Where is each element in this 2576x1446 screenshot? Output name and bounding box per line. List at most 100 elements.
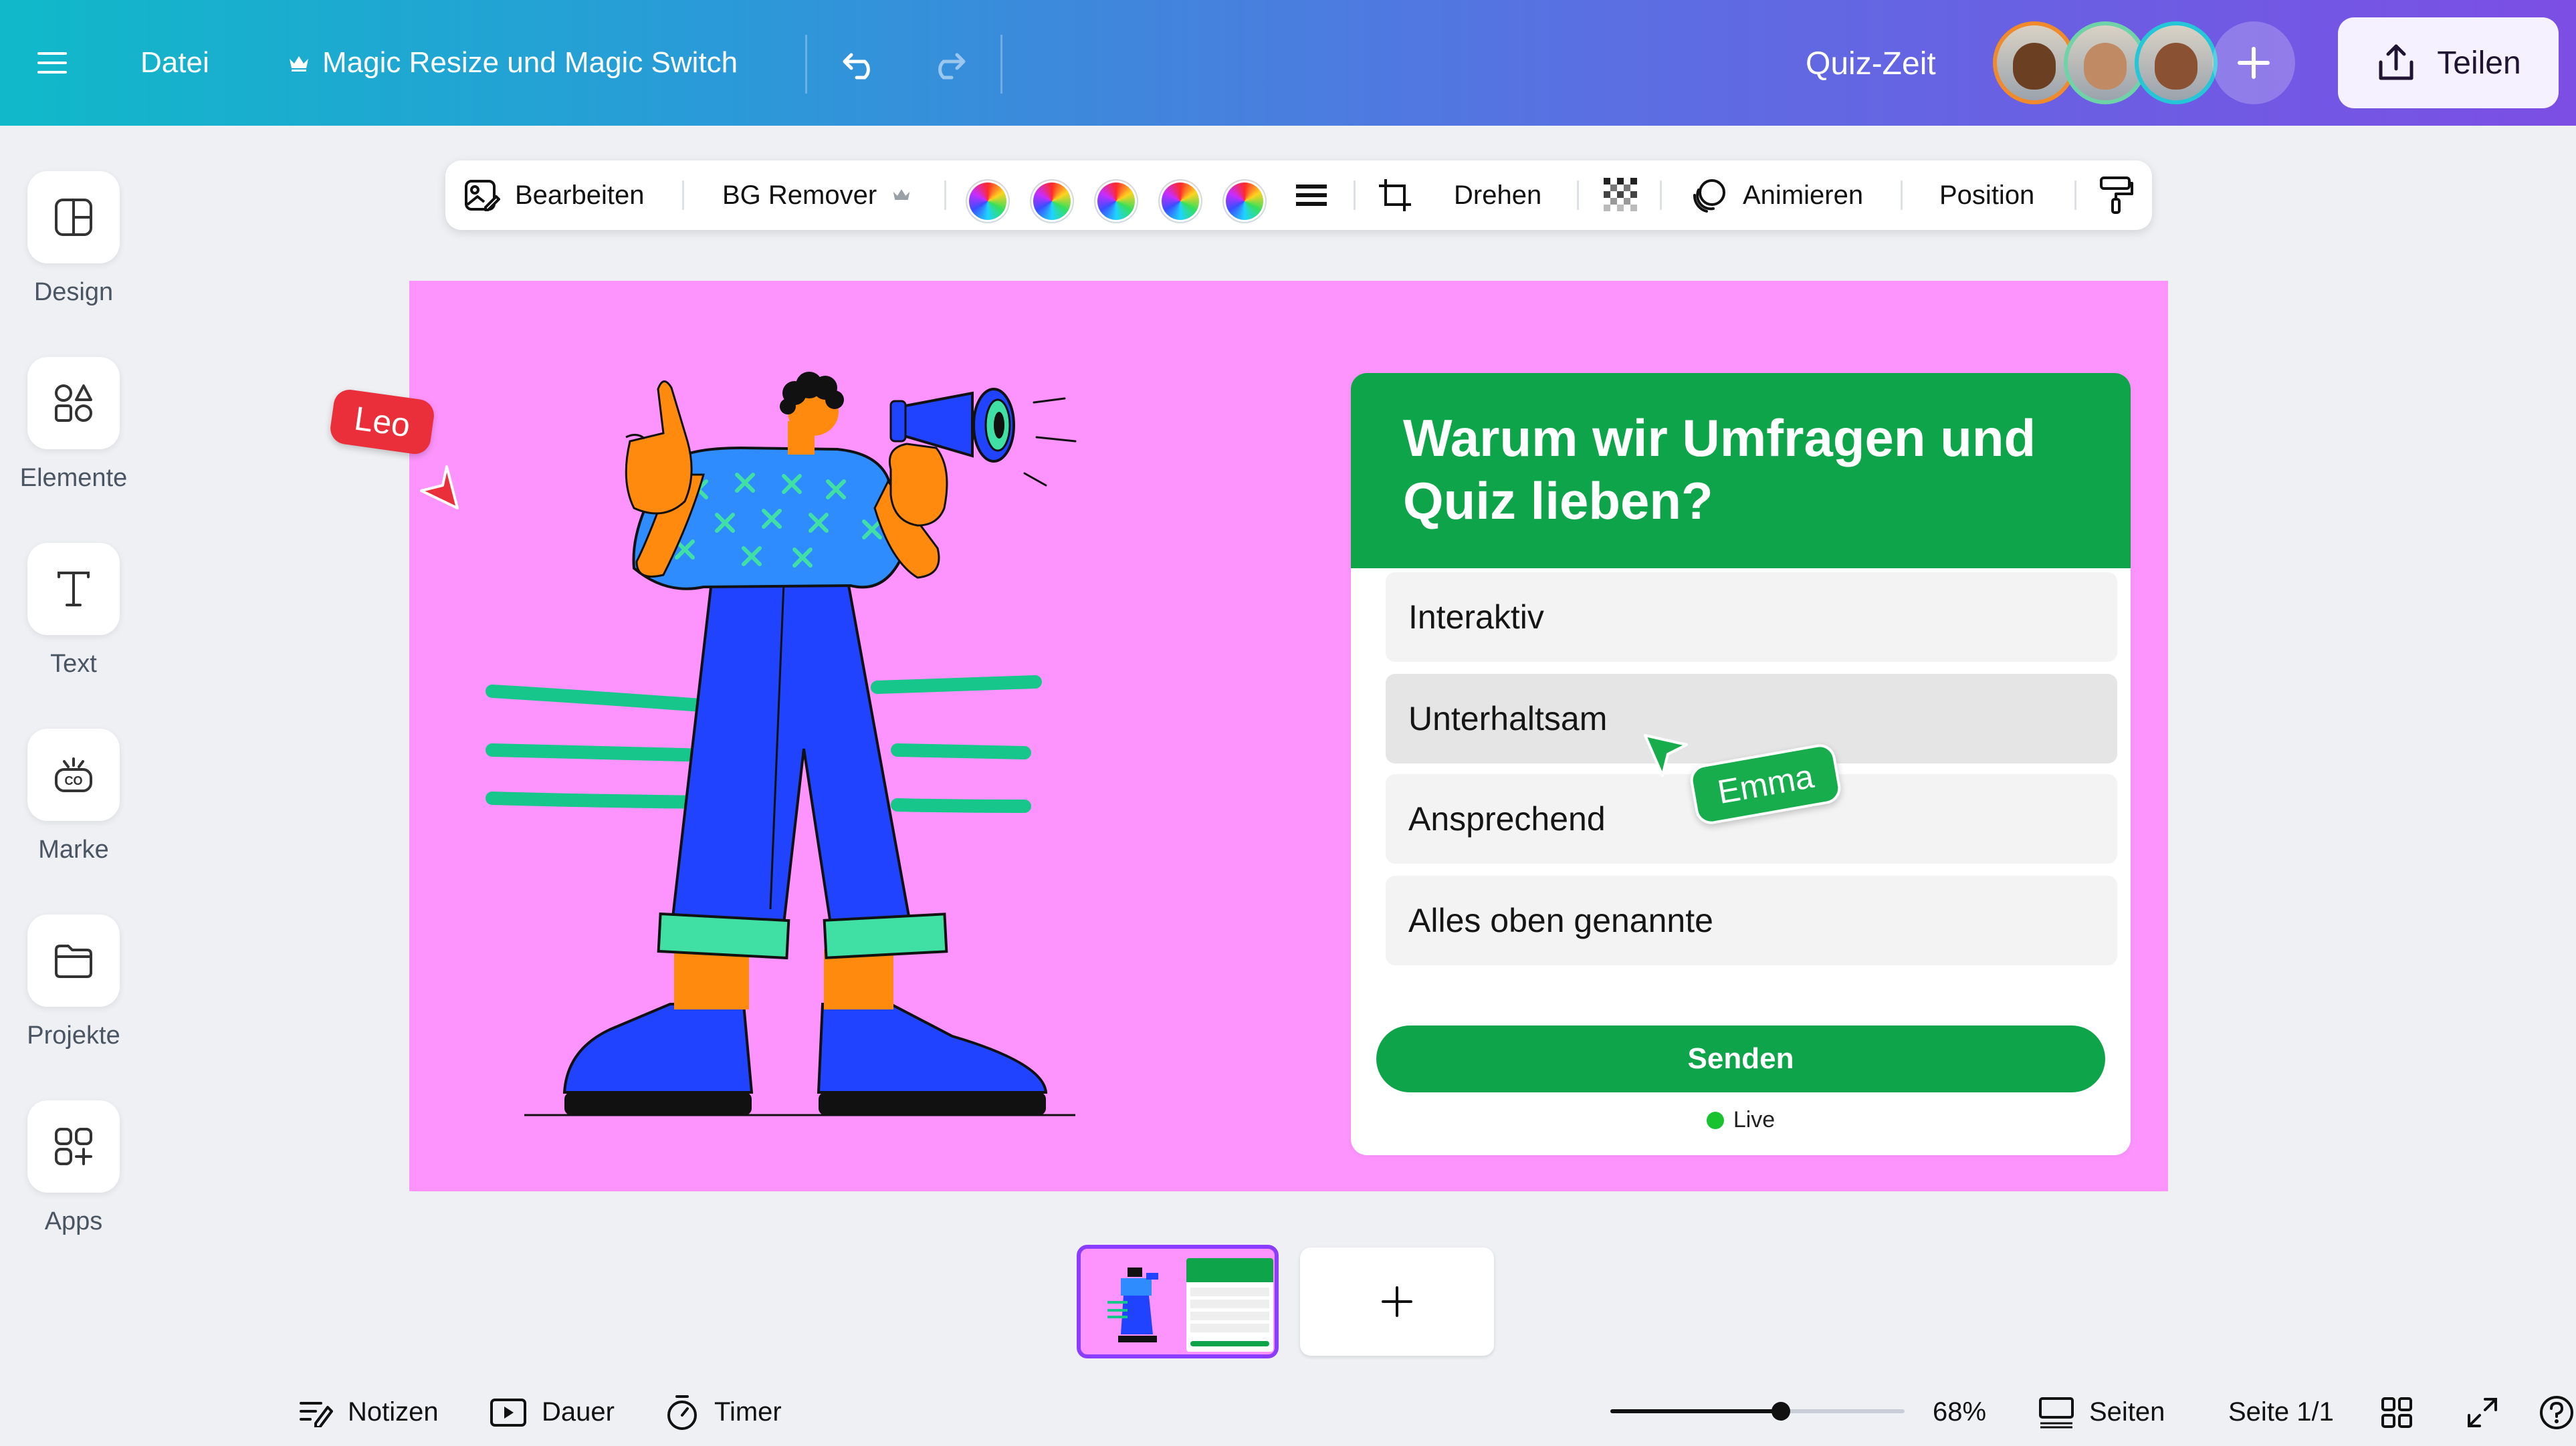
quiz-title[interactable]: Warum wir Umfragen und Quiz lieben? [1403,406,2072,532]
sidebar-item-brand[interactable]: CO Marke [0,729,147,864]
color-swatch[interactable] [1160,180,1201,222]
crown-icon [290,56,308,72]
brand-icon: CO [55,757,92,792]
share-button[interactable]: Teilen [2338,17,2559,108]
zoom-level[interactable]: 68% [1933,1378,1986,1446]
quiz-header: Warum wir Umfragen und Quiz lieben? [1351,373,2131,568]
redo-button[interactable] [924,43,971,86]
toolbar-divider [1354,180,1356,210]
crown-icon [893,189,910,201]
copy-style-button[interactable] [2099,160,2135,230]
zoom-slider-fill [1610,1409,1782,1413]
animate-label: Animieren [1743,180,1864,210]
crop-button[interactable] [1376,160,1414,230]
duration-label: Dauer [542,1397,615,1427]
line-style-icon [1296,185,1327,206]
sidebar-tile[interactable] [27,171,120,263]
file-menu[interactable]: Datei [140,43,209,83]
timer-icon [667,1395,697,1430]
sidebar-item-design[interactable]: Design [0,171,147,307]
help-button[interactable] [2539,1378,2575,1446]
sidebar-tile[interactable] [27,1100,120,1193]
sidebar-item-projects[interactable]: Projekte [0,915,147,1050]
menu-icon [37,52,67,74]
grid-icon [2381,1397,2412,1428]
sidebar-item-label: Design [33,278,114,306]
context-toolbar: Bearbeiten BG Remover Drehen Animieren P… [445,160,2152,230]
bottom-bar: Notizen Dauer Timer 68% Seiten Seite 1/1 [281,1378,2576,1446]
color-swatch[interactable] [1224,180,1265,222]
text-icon [58,572,90,606]
sidebar-item-elements[interactable]: Elemente [0,357,147,493]
help-icon [2540,1395,2573,1429]
transparency-icon [1604,178,1637,211]
megaphone-person-illustration[interactable] [409,281,1346,1191]
design-canvas[interactable]: Warum wir Umfragen und Quiz lieben? Inte… [409,281,2168,1191]
shapes-icon [55,384,92,422]
notes-button[interactable]: Notizen [298,1378,439,1446]
toolbar-divider [1660,180,1662,210]
topbar-divider [1000,35,1002,94]
bg-remover-button[interactable]: BG Remover [722,160,911,230]
live-dot-icon [1706,1111,1724,1129]
play-icon [490,1398,526,1427]
bg-remover-label: BG Remover [722,180,877,210]
animate-button[interactable]: Animieren [1691,160,1863,230]
zoom-slider-handle[interactable] [1772,1402,1791,1421]
toolbar-divider [1901,180,1903,210]
undo-icon [843,53,870,80]
crop-icon [1379,179,1411,211]
sidebar-item-text[interactable]: Text [0,543,147,679]
live-label: Live [1733,1107,1776,1132]
rotate-label: Drehen [1454,180,1542,210]
toolbar-divider [944,180,946,210]
magic-resize-menu[interactable]: Magic Resize und Magic Switch [288,43,738,83]
design-title[interactable]: Quiz-Zeit [1806,40,1936,87]
color-swatch[interactable] [967,180,1008,222]
sidebar-tile[interactable] [27,357,120,449]
quiz-option[interactable]: Unterhaltsam [1386,674,2117,763]
live-status: Live [1351,1107,2131,1133]
share-label: Teilen [2437,45,2521,81]
plus-icon [1382,1286,1412,1317]
avatar[interactable] [2135,21,2218,104]
duration-button[interactable]: Dauer [490,1378,615,1446]
add-page-button[interactable] [1300,1247,1494,1356]
top-bar: Datei Magic Resize und Magic Switch Quiz… [0,0,2576,126]
sound-lines [1023,397,1077,487]
color-swatch[interactable] [1095,180,1137,222]
pages-button[interactable]: Seiten [2038,1378,2165,1446]
undo-button[interactable] [837,43,884,86]
submit-button[interactable]: Senden [1376,1026,2105,1092]
sidebar-item-apps[interactable]: Apps [0,1100,147,1236]
toolbar-divider [2074,180,2076,210]
rotate-button[interactable]: Drehen [1454,160,1541,230]
sidebar-tile[interactable]: CO [27,729,120,821]
sidebar-tile[interactable] [27,915,120,1007]
cursor-arrow-icon [1644,734,1688,777]
edit-image-button[interactable]: Bearbeiten [463,160,644,230]
page-thumbnail[interactable] [1077,1245,1279,1358]
thumbnail-quiz-card [1186,1258,1273,1352]
paint-roller-icon [2100,176,2133,214]
add-collaborator-button[interactable] [2212,21,2295,104]
sidebar-tile[interactable] [27,543,120,635]
fullscreen-button[interactable] [2466,1378,2498,1446]
grid-view-button[interactable] [2381,1378,2413,1446]
sidebar-item-label: Apps [44,1207,103,1235]
position-button[interactable]: Position [1939,160,2034,230]
sidebar-item-label: Projekte [27,1021,120,1050]
line-style-button[interactable] [1295,160,1328,230]
quiz-option[interactable]: Alles oben genannte [1386,876,2117,965]
zoom-slider[interactable] [1610,1402,1905,1421]
sidebar-item-label: Elemente [19,464,128,492]
transparency-button[interactable] [1604,160,1638,230]
shoes [562,1003,1048,1115]
page-indicator[interactable]: Seite 1/1 [2228,1378,2334,1446]
position-label: Position [1939,180,2035,210]
color-swatch[interactable] [1031,180,1073,222]
main-menu-button[interactable] [31,41,74,84]
quiz-option[interactable]: Interaktiv [1386,572,2117,662]
timer-button[interactable]: Timer [665,1378,782,1446]
folder-icon [55,945,92,978]
